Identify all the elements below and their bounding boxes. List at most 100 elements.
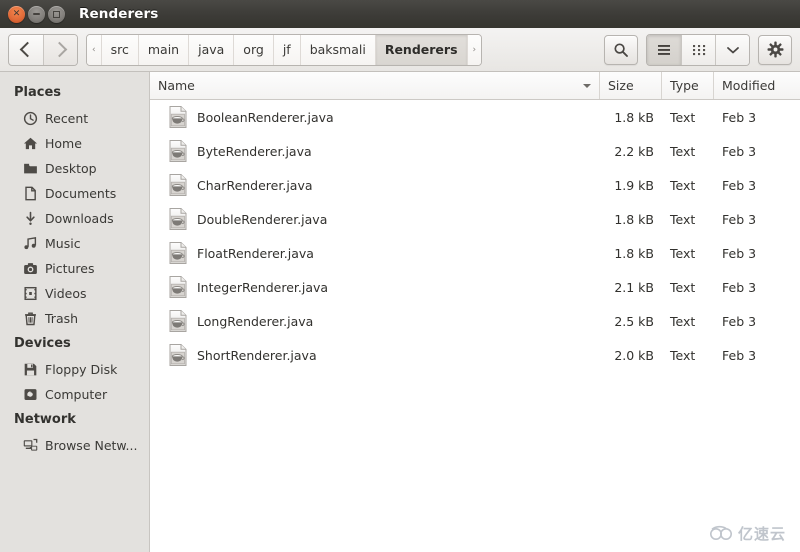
close-icon: ✕ bbox=[12, 8, 21, 19]
film-icon bbox=[22, 286, 38, 302]
file-modified-label: Feb 3 bbox=[722, 347, 757, 363]
breadcrumb-item-jf[interactable]: jf bbox=[272, 34, 300, 65]
list-view-button[interactable] bbox=[647, 34, 681, 65]
file-type-label: Text bbox=[670, 313, 696, 329]
column-header-size[interactable]: Size bbox=[600, 72, 662, 99]
minimize-window-button[interactable] bbox=[28, 5, 45, 23]
table-row[interactable]: FloatRenderer.java 1.8 kB Text Feb 3 bbox=[150, 236, 800, 270]
file-name-label: ShortRenderer.java bbox=[197, 347, 317, 363]
window-body: Places Recent Home Desktop Documents Download… bbox=[0, 72, 800, 552]
file-manager-window: ✕ Renderers ‹ src main java org jf baksmali Ren… bbox=[0, 0, 800, 552]
search-icon bbox=[614, 42, 628, 57]
file-name-label: FloatRenderer.java bbox=[197, 245, 314, 261]
search-button[interactable] bbox=[604, 34, 638, 65]
file-type-cell: Text bbox=[662, 144, 714, 159]
file-name-label: LongRenderer.java bbox=[197, 313, 314, 329]
column-header-name[interactable]: Name bbox=[150, 72, 600, 99]
sidebar-item-videos[interactable]: Videos bbox=[0, 281, 149, 306]
sidebar-item-trash[interactable]: Trash bbox=[0, 306, 149, 331]
table-row[interactable]: ShortRenderer.java 2.0 kB Text Feb 3 bbox=[150, 338, 800, 372]
sidebar-item-label: Downloads bbox=[45, 211, 114, 226]
file-size-cell: 1.8 kB bbox=[600, 110, 662, 125]
file-type-cell: Text bbox=[662, 314, 714, 329]
file-modified-cell: Feb 3 bbox=[714, 144, 800, 159]
back-button[interactable] bbox=[9, 35, 43, 65]
table-row[interactable]: IntegerRenderer.java 2.1 kB Text Feb 3 bbox=[150, 270, 800, 304]
sort-caret-icon bbox=[583, 83, 591, 88]
sidebar-item-downloads[interactable]: Downloads bbox=[0, 206, 149, 231]
sidebar-item-floppy-disk[interactable]: Floppy Disk bbox=[0, 357, 149, 382]
file-modified-label: Feb 3 bbox=[722, 245, 757, 261]
breadcrumb-item-baksmali[interactable]: baksmali bbox=[299, 34, 375, 65]
table-row[interactable]: LongRenderer.java 2.5 kB Text Feb 3 bbox=[150, 304, 800, 338]
file-name-label: DoubleRenderer.java bbox=[197, 211, 328, 227]
sidebar-item-label: Recent bbox=[45, 111, 89, 126]
grid-view-button[interactable] bbox=[681, 34, 715, 65]
table-row[interactable]: CharRenderer.java 1.9 kB Text Feb 3 bbox=[150, 168, 800, 202]
column-header-name-label: Name bbox=[158, 78, 195, 93]
java-file-icon bbox=[168, 241, 188, 265]
file-size-cell: 2.2 kB bbox=[600, 144, 662, 159]
java-file-icon bbox=[168, 173, 188, 197]
file-name-cell: FloatRenderer.java bbox=[150, 241, 600, 265]
settings-button[interactable] bbox=[758, 34, 792, 65]
close-window-button[interactable]: ✕ bbox=[8, 5, 25, 23]
navigation-buttons bbox=[8, 33, 78, 66]
sidebar-item-computer[interactable]: Computer bbox=[0, 382, 149, 407]
java-file-icon bbox=[168, 309, 188, 333]
forward-button[interactable] bbox=[43, 34, 77, 65]
breadcrumb-arrow-right-button[interactable]: › bbox=[466, 34, 482, 65]
breadcrumb-arrow-left-button[interactable]: ‹ bbox=[87, 34, 101, 65]
column-header-type[interactable]: Type bbox=[662, 72, 714, 99]
breadcrumb-item-main[interactable]: main bbox=[137, 34, 189, 65]
sidebar-item-browse-netw[interactable]: Browse Netw... bbox=[0, 433, 149, 458]
breadcrumb-item-label: Renderers bbox=[384, 42, 458, 57]
java-file-icon bbox=[169, 242, 187, 264]
breadcrumb-item-org[interactable]: org bbox=[233, 34, 273, 65]
java-file-icon bbox=[168, 207, 188, 231]
file-size-cell: 1.8 kB bbox=[600, 246, 662, 261]
breadcrumb-item-src[interactable]: src bbox=[100, 34, 138, 65]
file-type-label: Text bbox=[670, 211, 696, 227]
breadcrumb-item-renderers[interactable]: Renderers bbox=[374, 34, 467, 65]
file-name-cell: IntegerRenderer.java bbox=[150, 275, 600, 299]
table-row[interactable]: DoubleRenderer.java 1.8 kB Text Feb 3 bbox=[150, 202, 800, 236]
table-row[interactable]: BooleanRenderer.java 1.8 kB Text Feb 3 bbox=[150, 100, 800, 134]
sidebar-item-desktop[interactable]: Desktop bbox=[0, 156, 149, 181]
breadcrumb-item-label: main bbox=[147, 42, 180, 57]
file-name-label: ByteRenderer.java bbox=[197, 143, 312, 159]
java-file-icon bbox=[168, 343, 188, 367]
file-size-cell: 1.9 kB bbox=[600, 178, 662, 193]
sidebar-heading-places: Places bbox=[14, 85, 62, 100]
file-type-label: Text bbox=[670, 177, 696, 193]
java-file-icon bbox=[169, 140, 187, 162]
sidebar-item-music[interactable]: Music bbox=[0, 231, 149, 256]
toolbar: ‹ src main java org jf baksmali Renderers › bbox=[0, 28, 800, 72]
breadcrumb: ‹ src main java org jf baksmali Renderers › bbox=[86, 33, 483, 66]
sidebar-item-label: Browse Netw... bbox=[45, 438, 138, 453]
file-modified-label: Feb 3 bbox=[722, 211, 757, 227]
view-options-button[interactable] bbox=[715, 34, 749, 65]
file-name-label: CharRenderer.java bbox=[197, 177, 313, 193]
sidebar-item-label: Documents bbox=[45, 186, 117, 201]
file-type-label: Text bbox=[670, 245, 696, 261]
view-mode-group bbox=[646, 33, 750, 66]
java-file-icon bbox=[168, 105, 188, 129]
breadcrumb-item-label: › bbox=[472, 44, 477, 55]
sidebar-item-home[interactable]: Home bbox=[0, 131, 149, 156]
table-row[interactable]: ByteRenderer.java 2.2 kB Text Feb 3 bbox=[150, 134, 800, 168]
breadcrumb-item-java[interactable]: java bbox=[188, 34, 234, 65]
column-headers: Name Size Type Modified bbox=[150, 72, 800, 100]
sidebar-item-documents[interactable]: Documents bbox=[0, 181, 149, 206]
window-title: Renderers bbox=[79, 6, 159, 22]
file-modified-label: Feb 3 bbox=[722, 109, 757, 125]
file-type-label: Text bbox=[670, 279, 696, 295]
sidebar-item-pictures[interactable]: Pictures bbox=[0, 256, 149, 281]
camera-icon bbox=[22, 261, 38, 277]
maximize-window-button[interactable] bbox=[48, 5, 65, 23]
sidebar-item-label: Computer bbox=[45, 387, 108, 402]
sidebar-item-label: Music bbox=[45, 236, 81, 251]
sidebar-item-recent[interactable]: Recent bbox=[0, 106, 149, 131]
java-file-icon bbox=[169, 208, 187, 230]
column-header-modified[interactable]: Modified bbox=[714, 72, 800, 99]
